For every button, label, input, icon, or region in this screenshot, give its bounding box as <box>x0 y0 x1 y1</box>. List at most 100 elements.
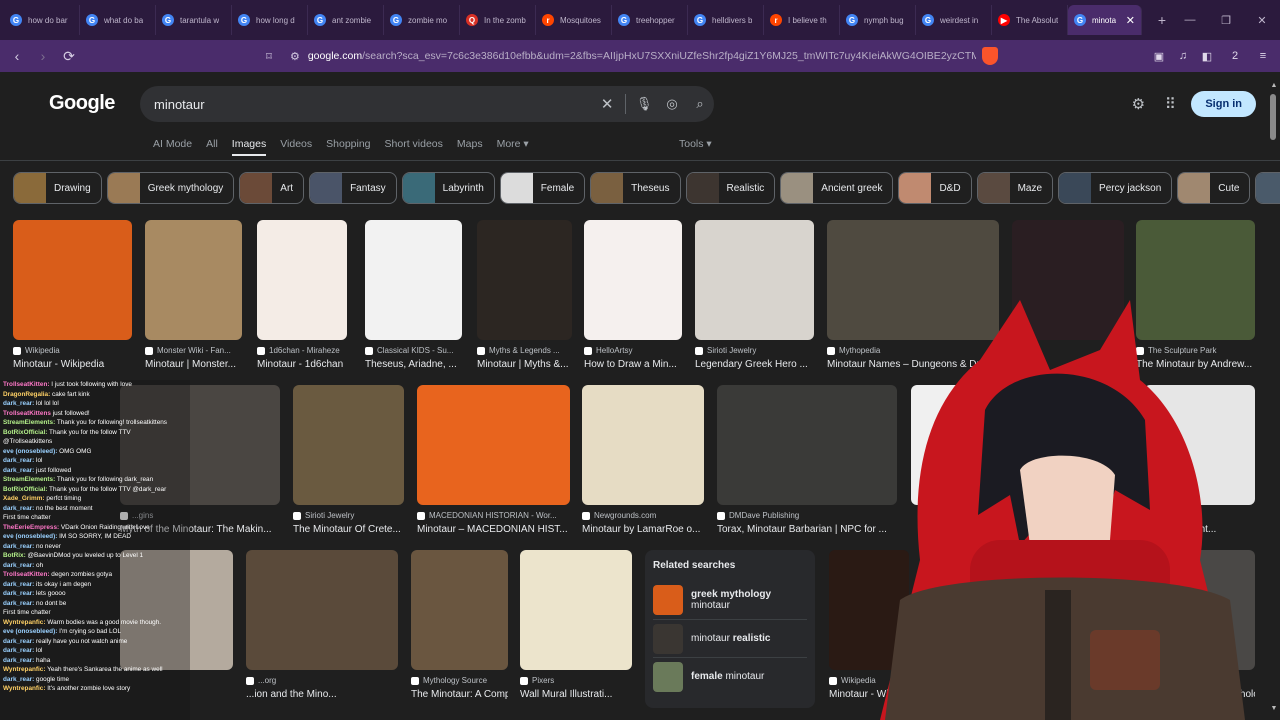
image-result-thumbnail[interactable] <box>520 550 632 670</box>
image-result-meta[interactable]: Mythology Source The Minotaur: A Complete… <box>411 676 508 708</box>
image-result-thumbnail[interactable] <box>477 220 572 340</box>
clear-search-icon[interactable]: ✕ <box>593 95 621 113</box>
image-result-meta[interactable]: Pixers Wall Mural Illustrati... <box>520 676 632 708</box>
maximize-button[interactable]: ❐ <box>1208 14 1244 27</box>
settings-gear-icon[interactable]: ⚙ <box>1127 95 1149 113</box>
image-result-meta[interactable]: Wikipedia Minotaur - Wikipedia <box>13 346 132 378</box>
image-result-meta[interactable]: Sirioti Jewelry The Minotaur Of Crete... <box>293 511 404 543</box>
tab[interactable]: Gnymph bug <box>840 5 916 35</box>
image-result-thumbnail[interactable] <box>365 220 462 340</box>
apps-grid-icon[interactable]: ⠿ <box>1159 95 1181 113</box>
tab[interactable]: Ghelldivers b <box>688 5 764 35</box>
tab[interactable]: Q In the zomb <box>460 5 536 35</box>
tab[interactable]: Gzombie mo <box>384 5 460 35</box>
related-search-item[interactable]: female minotaur <box>653 657 807 695</box>
search-tab[interactable]: Videos <box>280 138 312 156</box>
search-icon[interactable]: ⌕ <box>686 96 714 112</box>
image-result-meta[interactable]: Classical KIDS - Su... Theseus, Ariadne, … <box>365 346 462 378</box>
search-box[interactable]: ✕ 🎙 ◎ ⌕ <box>140 86 714 122</box>
refinement-chip[interactable]: Art <box>239 172 305 204</box>
image-result-meta[interactable]: 1d6chan - Miraheze Minotaur - 1d6chan <box>257 346 347 378</box>
scrollbar-thumb[interactable] <box>1270 94 1276 140</box>
image-result-meta[interactable]: HelloArtsy How to Draw a Min... <box>584 346 682 378</box>
close-window-button[interactable]: ✕ <box>1244 14 1280 27</box>
refinement-chip[interactable]: Labyrinth <box>401 172 495 204</box>
refinement-chip[interactable]: Realistic <box>685 172 776 204</box>
tab[interactable]: Gwhat do ba <box>80 5 156 35</box>
search-input[interactable] <box>154 96 594 112</box>
image-result-thumbnail[interactable] <box>13 220 132 340</box>
site-info-icon[interactable]: ⚙ <box>282 50 308 63</box>
address-bar[interactable]: ⌑ ⚙ google.com/search?sca_esv=7c6c3e386d… <box>256 44 976 68</box>
image-result-thumbnail[interactable] <box>411 550 508 670</box>
split-view-icon[interactable]: ◧ <box>1196 50 1218 63</box>
tab[interactable]: Gweirdest in <box>916 5 992 35</box>
refinement-chip[interactable]: Fantasy <box>309 172 397 204</box>
minimize-button[interactable]: — <box>1172 14 1208 26</box>
page-scrollbar[interactable]: ▲ ▼ <box>1270 82 1278 712</box>
wallet-icon[interactable]: 2 <box>1220 50 1250 62</box>
search-tab[interactable]: Images <box>231 138 267 156</box>
tab[interactable]: Ghow do bar <box>4 5 80 35</box>
reload-icon[interactable]: ⟳ <box>56 48 82 65</box>
image-result-thumbnail[interactable] <box>584 220 682 340</box>
url-text[interactable]: google.com/search?sca_esv=7c6c3e386d10ef… <box>308 50 976 62</box>
image-result-meta[interactable]: ...org ...ion and the Mino... <box>246 676 398 708</box>
bookmark-icon[interactable]: ⌑ <box>256 50 282 63</box>
image-result-meta[interactable]: MACEDONIAN HISTORIAN - Wor... Minotaur – … <box>417 511 570 543</box>
brave-shields-icon[interactable] <box>982 47 998 65</box>
tools-button[interactable]: Tools ▾ <box>679 138 712 150</box>
image-result-thumbnail[interactable] <box>246 550 398 670</box>
lens-icon[interactable]: ◎ <box>658 96 686 112</box>
related-search-item[interactable]: greek mythology minotaur <box>653 581 807 619</box>
search-tab[interactable]: Maps <box>457 138 483 156</box>
image-result-thumbnail[interactable] <box>257 220 347 340</box>
back-button[interactable]: ‹ <box>4 48 30 64</box>
image-result-thumbnail[interactable] <box>695 220 814 340</box>
google-logo[interactable]: Google <box>49 92 115 115</box>
avatar-strap <box>1045 590 1071 720</box>
image-result-thumbnail[interactable] <box>417 385 570 505</box>
tab[interactable]: Gant zombie <box>308 5 384 35</box>
search-tab[interactable]: AI Mode <box>153 138 192 156</box>
refinement-chip[interactable]: Drawing <box>13 172 102 204</box>
sidebar-toggle-icon[interactable]: ▣ <box>1148 50 1170 63</box>
forward-button[interactable]: › <box>30 48 56 64</box>
menu-icon[interactable]: ≡ <box>1252 50 1274 62</box>
refinement-chip[interactable]: Cute <box>1177 172 1251 204</box>
refinement-chip[interactable]: Percy jackson <box>1058 172 1173 204</box>
refinement-chip[interactable]: Theseus <box>590 172 681 204</box>
image-result-meta[interactable]: Monster Wiki - Fan... Minotaur | Monster.… <box>145 346 242 378</box>
search-divider <box>625 94 627 114</box>
tab[interactable]: ▶ The Absolut <box>992 5 1068 35</box>
microphone-icon[interactable]: 🎙 <box>630 96 658 112</box>
refinement-chip[interactable]: Ancient greek <box>780 172 894 204</box>
tab[interactable]: r I believe th <box>764 5 840 35</box>
media-icon[interactable]: ♫ <box>1172 50 1194 62</box>
sign-in-button[interactable]: Sign in <box>1191 91 1256 117</box>
refinement-chip[interactable]: D&D <box>898 172 972 204</box>
search-tab[interactable]: Shopping <box>326 138 370 156</box>
new-tab-button[interactable]: + <box>1150 12 1174 28</box>
search-tab[interactable]: More ▾ <box>497 138 529 156</box>
refinement-chip[interactable]: Female <box>499 172 586 204</box>
image-result-thumbnail[interactable] <box>145 220 242 340</box>
tab-active[interactable]: Gminota ✕ <box>1068 5 1142 35</box>
tab-close-icon[interactable]: ✕ <box>1126 14 1135 27</box>
refinement-chip[interactable]: Maze <box>976 172 1054 204</box>
image-result-thumbnail[interactable] <box>293 385 404 505</box>
image-result-meta[interactable]: Myths & Legends ... Minotaur | Myths &... <box>477 346 572 378</box>
search-tab[interactable]: Short videos <box>385 138 443 156</box>
scroll-down-arrow[interactable]: ▼ <box>1270 705 1278 712</box>
tab[interactable]: Ghow long d <box>232 5 308 35</box>
image-result-meta[interactable]: Sirioti Jewelry Legendary Greek Hero ... <box>695 346 814 378</box>
related-search-item[interactable]: minotaur realistic <box>653 619 807 657</box>
image-result-meta[interactable]: Newgrounds.com Minotaur by LamarRoe o... <box>582 511 704 543</box>
tab[interactable]: Gtreehopper <box>612 5 688 35</box>
image-result-thumbnail[interactable] <box>582 385 704 505</box>
tab[interactable]: Gtarantula w <box>156 5 232 35</box>
refinement-chip[interactable]: Greek mythology <box>106 172 235 204</box>
search-tab[interactable]: All <box>206 138 218 156</box>
tab[interactable]: r Mosquitoes <box>536 5 612 35</box>
scroll-up-arrow[interactable]: ▲ <box>1270 82 1278 89</box>
